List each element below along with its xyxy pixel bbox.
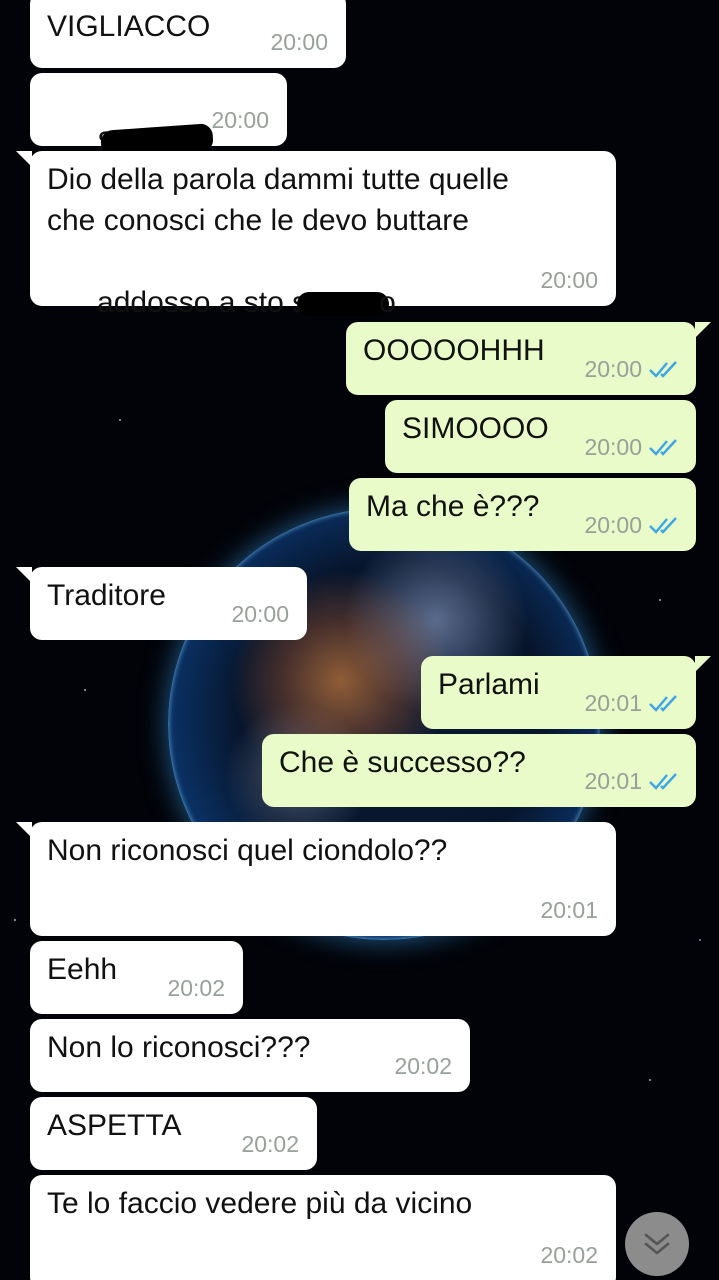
- message-time: 20:00: [270, 29, 328, 55]
- message-incoming[interactable]: Dio della parola dammi tutte quelle che …: [30, 151, 616, 319]
- message-time: 20:02: [167, 975, 225, 1001]
- message-incoming[interactable]: VIGLIACCO 20:00: [30, 0, 346, 68]
- message-time: 20:00: [540, 267, 598, 293]
- message-incoming[interactable]: Te lo faccio vedere più da vicino 20:02: [30, 1175, 616, 1280]
- message-outgoing[interactable]: Che è successo?? 20:01: [262, 734, 696, 807]
- message-outgoing[interactable]: Ma che è??? 20:00: [349, 478, 696, 551]
- message-time: 20:00: [584, 356, 680, 382]
- message-text-line: Dio della parola dammi tutte quelle: [47, 163, 509, 196]
- double-check-icon: [649, 517, 677, 534]
- message-text: Non riconosci quel ciondolo??: [47, 834, 448, 867]
- message-incoming[interactable]: S 20:00: [30, 73, 287, 159]
- double-check-icon: [649, 439, 677, 456]
- message-text: Non lo riconosci???: [47, 1031, 311, 1064]
- scroll-to-bottom-button[interactable]: [625, 1212, 689, 1276]
- double-check-icon: [649, 695, 677, 712]
- message-time: 20:00: [584, 434, 680, 460]
- message-incoming[interactable]: Non riconosci quel ciondolo?? 20:01: [30, 822, 616, 936]
- message-outgoing[interactable]: Parlami 20:01: [421, 656, 696, 729]
- double-check-icon: [649, 773, 677, 790]
- message-incoming[interactable]: Eehh 20:02: [30, 941, 243, 1014]
- double-check-icon: [649, 361, 677, 378]
- message-time: 20:00: [584, 512, 680, 538]
- message-outgoing[interactable]: SIMOOOO 20:00: [385, 400, 696, 473]
- message-incoming[interactable]: ASPETTA 20:02: [30, 1097, 317, 1170]
- message-time: 20:01: [584, 690, 680, 716]
- message-text: Te lo faccio vedere più da vicino: [47, 1187, 473, 1220]
- redaction-mark: [297, 292, 390, 317]
- message-time: 20:02: [540, 1242, 598, 1268]
- double-chevron-down-icon: [644, 1233, 670, 1255]
- message-text-line: che conosci che le devo buttare: [47, 204, 469, 237]
- bubble-tail: [695, 656, 711, 672]
- message-time: 20:02: [394, 1053, 452, 1079]
- message-time: 20:00: [211, 107, 269, 133]
- message-incoming[interactable]: Traditore 20:00: [30, 567, 307, 640]
- message-time: 20:02: [241, 1131, 299, 1157]
- message-time: 20:01: [584, 768, 680, 794]
- bubble-tail: [695, 322, 711, 338]
- message-incoming[interactable]: Non lo riconosci??? 20:02: [30, 1019, 470, 1092]
- message-outgoing[interactable]: OOOOOHHH 20:00: [346, 322, 696, 395]
- message-time: 20:01: [540, 897, 598, 923]
- chat-screen: VIGLIACCO 20:00 S 20:00 Dio della parola…: [0, 0, 719, 1280]
- message-time: 20:00: [231, 601, 289, 627]
